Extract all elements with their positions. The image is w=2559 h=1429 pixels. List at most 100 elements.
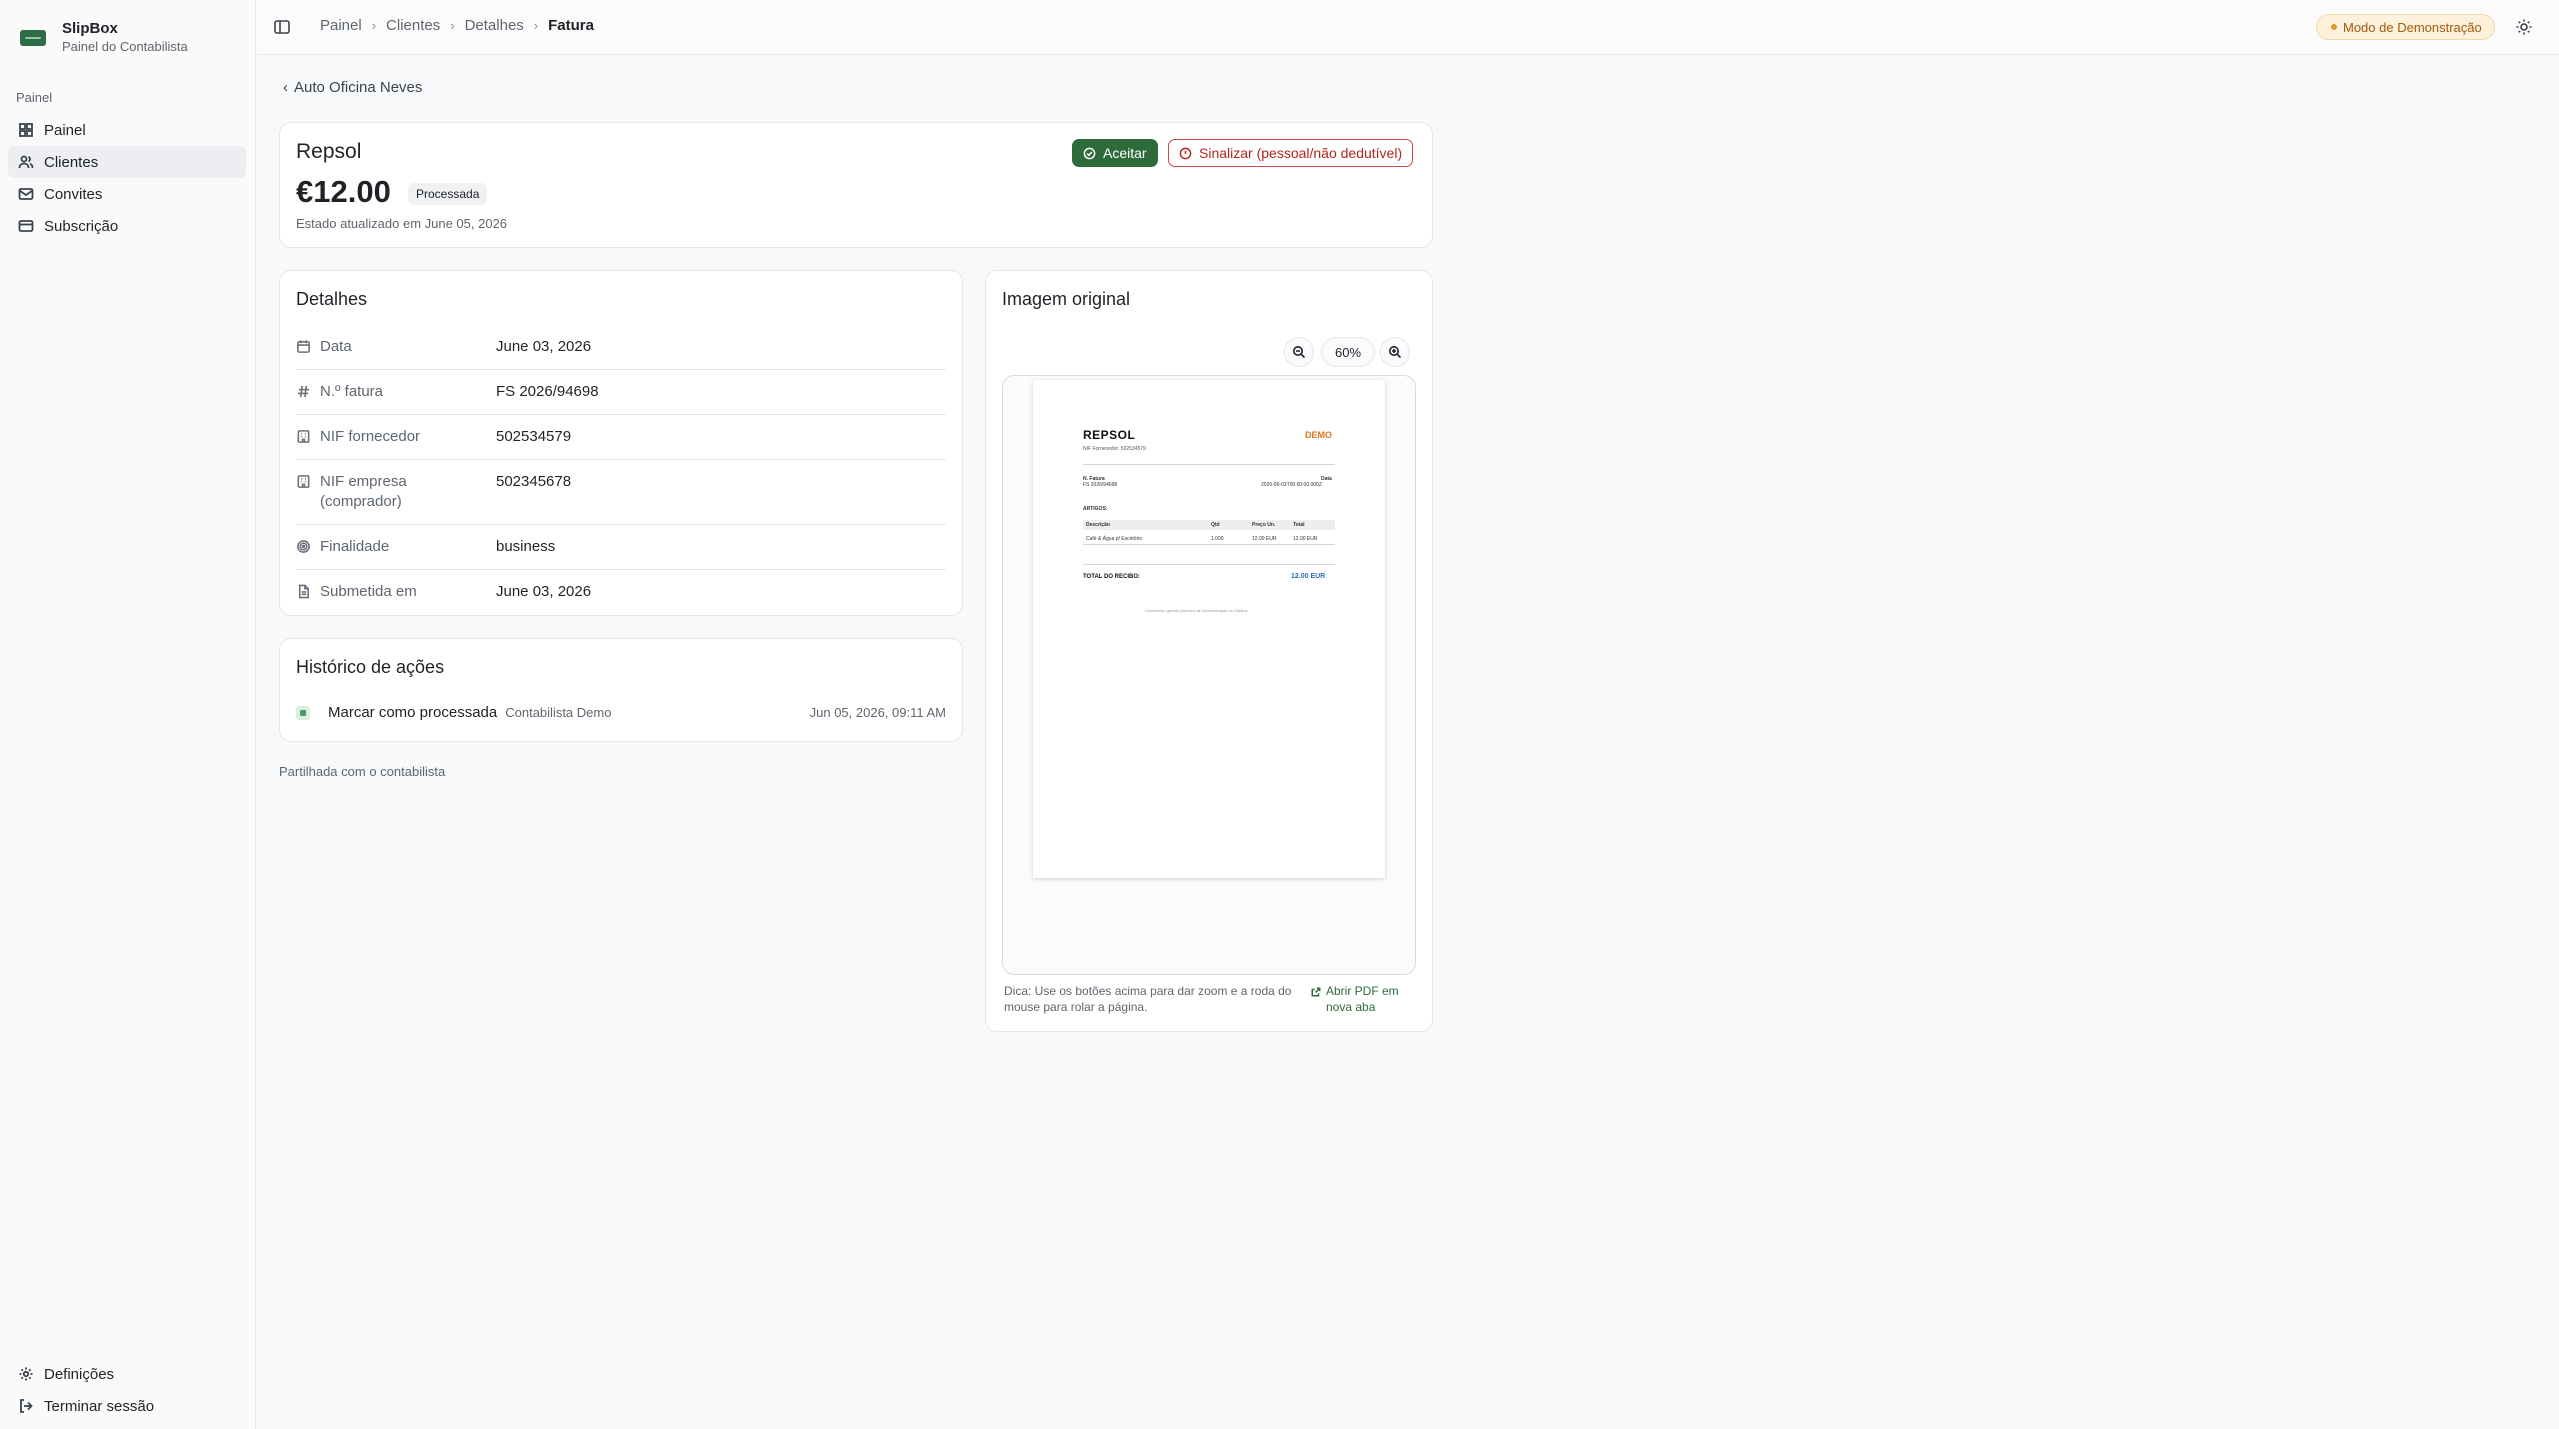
logout-icon <box>20 1399 33 1413</box>
demo-mode-label: Modo de Demonstração <box>2343 19 2482 35</box>
detail-label-text: NIF empresa (comprador) <box>320 473 407 510</box>
sidebar-item-label: Convites <box>44 185 103 203</box>
sun-icon[interactable] <box>2515 18 2533 36</box>
check-circle-icon <box>1083 147 1096 159</box>
detail-value: FS 2026/94698 <box>496 383 599 400</box>
document-viewer[interactable]: REPSOL NIF Fornecedor: 502534579 DEMO N.… <box>1002 375 1416 975</box>
receipt-vendor: REPSOL <box>1083 428 1136 442</box>
sidebar-item-subscricao[interactable]: Subscrição <box>8 210 246 242</box>
demo-dot-icon <box>2331 24 2337 30</box>
original-image-card: Imagem original 60% REPSOL NIF Fornecedo… <box>985 270 1433 1032</box>
image-panel-title: Imagem original <box>1002 289 1131 309</box>
file-icon <box>298 584 309 599</box>
accept-button-label: Aceitar <box>1103 145 1147 161</box>
breadcrumb-painel[interactable]: Painel <box>320 17 362 34</box>
details-card: Detalhes Data June 03, 2026 N.º fatura F… <box>279 270 963 616</box>
detail-label-text: Data <box>320 338 352 355</box>
receipt-date-label: Data <box>1321 476 1332 482</box>
receipt-col-unit: Preço Un. <box>1252 522 1276 528</box>
receipt-divider <box>1083 564 1335 565</box>
processed-icon <box>296 705 310 720</box>
brand-name: SlipBox <box>62 20 118 37</box>
zoom-out-icon <box>1293 346 1306 359</box>
calendar-icon <box>297 340 310 353</box>
detail-label-text: NIF fornecedor <box>320 428 421 445</box>
receipt-total-label: TOTAL DO RECIBO: <box>1083 574 1140 580</box>
zoom-in-button[interactable] <box>1380 337 1410 367</box>
detail-label: N.º fatura <box>296 370 496 414</box>
alert-circle-icon <box>1179 147 1192 159</box>
credit-card-icon <box>18 220 34 232</box>
brand-subtitle: Painel do Contabilista <box>62 39 188 54</box>
sidebar: SlipBox Painel do Contabilista Painel Pa… <box>0 0 256 1429</box>
detail-value: 502534579 <box>496 428 572 445</box>
detail-value: 502345678 <box>496 473 572 490</box>
breadcrumb-detalhes[interactable]: Detalhes <box>465 17 524 34</box>
open-pdf-link[interactable]: Abrir PDF em nova aba <box>1311 983 1421 1015</box>
flag-button-label: Sinalizar (pessoal/não dedutível) <box>1199 145 1403 161</box>
accept-button[interactable]: Aceitar <box>1072 139 1158 167</box>
detail-label-text: Submetida em <box>320 583 417 600</box>
detail-value: June 03, 2026 <box>496 338 592 355</box>
sidebar-item-convites[interactable]: Convites <box>8 178 246 210</box>
flag-button[interactable]: Sinalizar (pessoal/não dedutível) <box>1168 139 1414 167</box>
chevron-right-icon: › <box>450 18 455 33</box>
external-link-icon <box>1311 987 1321 997</box>
sidebar-item-definicoes[interactable]: Definições <box>8 1358 246 1390</box>
history-title: Histórico de ações <box>296 657 445 677</box>
receipt-item-qty: 1.000 <box>1211 536 1224 542</box>
sidebar-item-painel[interactable]: Painel <box>8 114 246 146</box>
details-list: Data June 03, 2026 N.º fatura FS 2026/94… <box>296 325 946 615</box>
receipt-date-value: 2026-06-03T00:00:00.000Z <box>1261 482 1322 488</box>
history-timestamp: Jun 05, 2026, 09:11 AM <box>809 705 946 720</box>
sidebar-item-logout[interactable]: Terminar sessão <box>8 1390 246 1422</box>
detail-label: NIF fornecedor <box>296 415 496 459</box>
back-link[interactable]: ‹ Auto Oficina Neves <box>283 79 422 96</box>
history-actor: Contabilista Demo <box>505 705 612 720</box>
vendor-name: Repsol <box>296 140 362 163</box>
brand[interactable]: SlipBox Painel do Contabilista <box>20 20 188 56</box>
sidebar-toggle-icon[interactable] <box>273 18 291 36</box>
receipt-total-value: 12.00 EUR <box>1291 573 1326 580</box>
detail-row-supplier-nif: NIF fornecedor 502534579 <box>296 415 946 460</box>
receipt-col-desc: Descrição <box>1086 522 1110 528</box>
invoice-amount: €12.00 <box>296 174 391 209</box>
detail-row-buyer-nif: NIF empresa (comprador) 502345678 <box>296 460 946 525</box>
invoice-header-card: Repsol €12.00 Processada Estado atualiza… <box>279 122 1433 248</box>
sidebar-item-label: Painel <box>44 121 86 139</box>
topbar: Painel › Clientes › Detalhes › Fatura Mo… <box>257 0 2559 55</box>
receipt-col-qty: Qtd <box>1211 522 1220 528</box>
users-icon <box>18 155 34 169</box>
receipt-item-unit: 12.00 EUR <box>1252 536 1277 542</box>
detail-label: Finalidade <box>296 525 496 569</box>
gear-icon <box>19 1367 33 1381</box>
zoom-out-button[interactable] <box>1284 337 1314 367</box>
detail-label-text: N.º fatura <box>320 383 384 400</box>
breadcrumb-clientes[interactable]: Clientes <box>386 17 440 34</box>
building-icon <box>297 430 310 443</box>
chevron-right-icon: › <box>371 18 377 33</box>
receipt-page: REPSOL NIF Fornecedor: 502534579 DEMO N.… <box>1033 380 1385 878</box>
history-entry: Marcar como processada Contabilista Demo… <box>296 704 946 721</box>
receipt-item-desc: Café & Água p/ Escritório <box>1086 536 1143 542</box>
detail-row-invoice-number: N.º fatura FS 2026/94698 <box>296 370 946 415</box>
sidebar-item-label: Terminar sessão <box>44 1397 155 1415</box>
receipt-footer: Documento gerado para fins de demonstraç… <box>1145 608 1248 613</box>
target-icon <box>297 540 310 553</box>
zoom-level: 60% <box>1321 337 1375 367</box>
building-icon <box>297 475 310 488</box>
sidebar-item-label: Clientes <box>44 153 99 171</box>
receipt-items-label: ARTIGOS: <box>1083 506 1108 512</box>
chevron-left-icon: ‹ <box>283 79 288 96</box>
receipt-divider <box>1083 544 1335 545</box>
chevron-right-icon: › <box>533 18 539 33</box>
sidebar-item-clientes[interactable]: Clientes <box>8 146 246 178</box>
sidebar-nav: Painel Clientes Convites Subscrição <box>8 114 246 242</box>
detail-row-submitted: Submetida em June 03, 2026 <box>296 570 946 615</box>
viewer-hint: Dica: Use os botões acima para dar zoom … <box>1004 984 1292 1014</box>
detail-value: business <box>496 538 556 555</box>
history-card: Histórico de ações Marcar como processad… <box>279 638 963 742</box>
breadcrumb-current: Fatura <box>548 17 594 34</box>
detail-label-text: Finalidade <box>320 538 390 555</box>
history-action: Marcar como processada <box>328 704 498 721</box>
